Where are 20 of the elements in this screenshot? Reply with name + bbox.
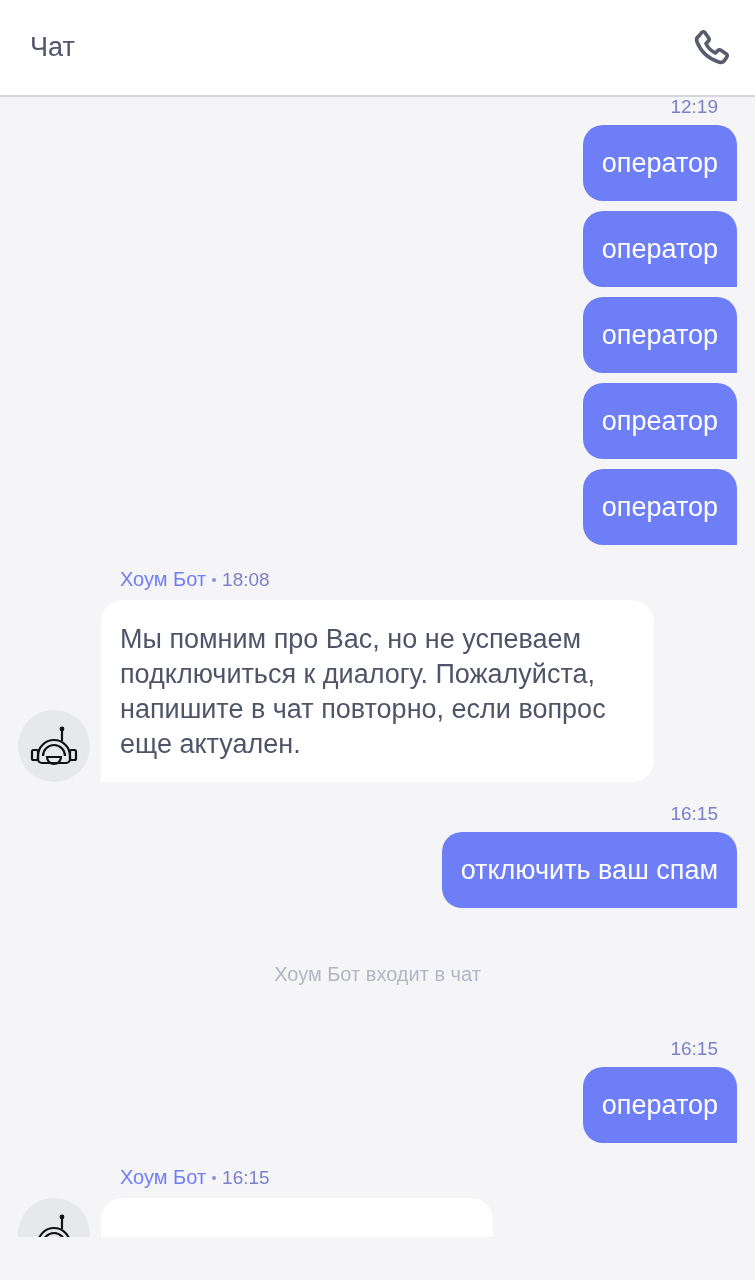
- robot-avatar-icon: [18, 710, 90, 782]
- outgoing-message: оператор: [582, 469, 737, 545]
- message-time: 18:08: [222, 568, 270, 591]
- outgoing-message: отключить ваш спам: [441, 832, 737, 908]
- message-time: 12:19: [670, 97, 718, 117]
- message-time: 16:15: [222, 1166, 270, 1189]
- outgoing-message: оператор: [582, 211, 737, 287]
- outgoing-message: опреатор: [582, 383, 737, 459]
- incoming-message: Мы помним про Вас, но не успеваем подключиться к диалогу. Пожалуйста, напишите в чат повторно, если вопрос еще актуален.: [101, 600, 654, 782]
- outgoing-message: оператор: [582, 1067, 737, 1143]
- message-time: 16:15: [670, 804, 718, 824]
- separator-dot: [212, 1175, 217, 1180]
- message-time: 16:15: [670, 1039, 718, 1059]
- separator-dot: [212, 577, 217, 582]
- outgoing-message: оператор: [582, 297, 737, 373]
- outgoing-message: оператор: [582, 125, 737, 201]
- system-notice: Хоум Бот входит в чат: [274, 963, 481, 986]
- sender-name: Хоум Бот: [120, 1166, 207, 1189]
- chat-title: Чат: [30, 32, 75, 63]
- sender-name: Хоум Бот: [120, 568, 207, 591]
